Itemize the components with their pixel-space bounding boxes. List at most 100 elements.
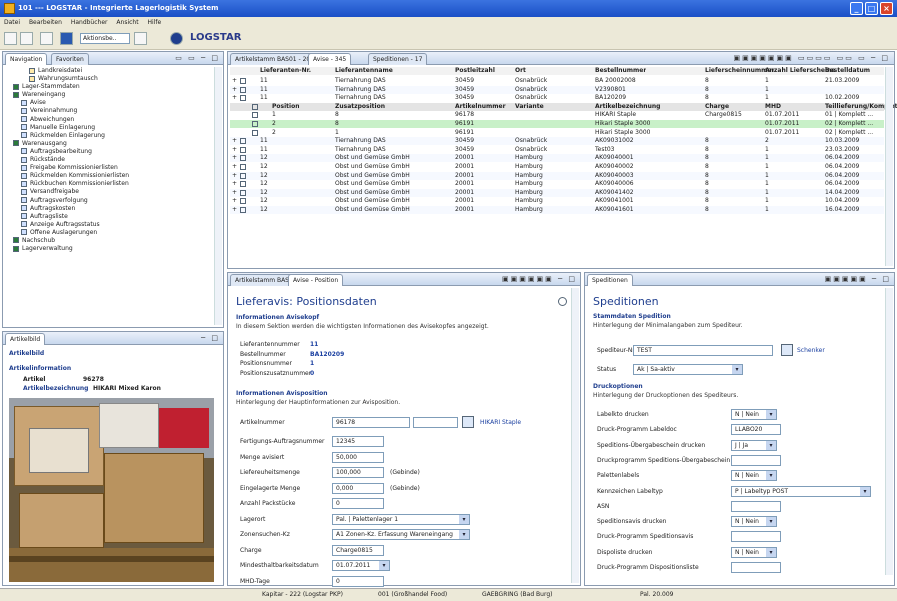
view-controls-icon[interactable]: ▭ ▭ ─ □	[175, 54, 220, 62]
window-icon[interactable]	[40, 32, 53, 45]
table-row[interactable]: Position Zusatzposition Artikelnummer Varia…	[230, 102, 897, 111]
table-row[interactable]: +11 Tiernahrung DAS 30459 Osnabrück BA 20002…	[230, 77, 884, 85]
druck-select[interactable]: N | Nein	[731, 516, 777, 528]
nav-item[interactable]: Landkreisdatei	[5, 67, 213, 75]
menu-ansicht[interactable]: Ansicht	[116, 19, 138, 26]
table-row[interactable]: 2 8 96191 Hikari Staple 3000 01.07.2011 02 | …	[230, 120, 884, 128]
nav-item[interactable]: Nachschub	[5, 237, 213, 245]
section-stammdaten[interactable]: Stammdaten Spedition	[593, 313, 671, 320]
nav-item[interactable]: Warenausgang	[5, 140, 213, 148]
action-combo[interactable]: Aktionsbe..	[80, 33, 130, 44]
row-checkbox[interactable]	[240, 146, 246, 153]
row-checkbox[interactable]	[252, 129, 258, 136]
row-checkbox[interactable]	[240, 86, 246, 93]
druck-input[interactable]	[731, 562, 781, 573]
tab-navigation[interactable]: Navigation	[5, 53, 48, 65]
nav-item[interactable]: Wareneingang	[5, 91, 213, 99]
expand-icon[interactable]: +	[232, 172, 237, 180]
field-input[interactable]: 100,000	[332, 467, 384, 478]
nav-item[interactable]: Auftragsliste	[5, 213, 213, 221]
column-header[interactable]: Postleitzahl	[455, 67, 495, 75]
expand-icon[interactable]: +	[232, 189, 237, 197]
tab-artikelstamm[interactable]: Artikelstamm BAS01 - 20	[230, 53, 316, 65]
tab-speditionen-detail[interactable]: Speditionen	[587, 274, 633, 286]
tab-speditionen[interactable]: Speditionen - 17	[368, 53, 428, 65]
nav-item[interactable]: Rückmelden Kommissionierlisten	[5, 172, 213, 180]
row-checkbox[interactable]	[252, 103, 258, 110]
artikel-extra-input[interactable]	[413, 417, 458, 428]
field-input[interactable]: 0	[332, 498, 384, 509]
nav-item[interactable]: Lager-Stammdaten	[5, 83, 213, 91]
row-checkbox[interactable]	[252, 112, 258, 119]
grid-scrollbar[interactable]	[885, 67, 893, 266]
section-avisposition[interactable]: Informationen Avisposition	[236, 390, 328, 397]
tab-avise-position[interactable]: Avise - Position	[288, 274, 344, 286]
table-row[interactable]: +12 Obst und Gemüse GmbH 20001 Hamburg AK090…	[230, 188, 884, 197]
table-row[interactable]: +11 Tiernahrung DAS 30459 Osnabrück AK090310…	[230, 137, 884, 146]
combo-button-icon[interactable]	[134, 32, 147, 45]
row-checkbox[interactable]	[240, 78, 246, 84]
row-checkbox[interactable]	[240, 207, 246, 213]
table-row[interactable]: +12 Obst und Gemüse GmbH 20001 Hamburg AK090…	[230, 180, 884, 188]
column-header[interactable]: Lieferanten-Nr.	[260, 67, 311, 75]
table-row[interactable]: +12 Obst und Gemüse GmbH 20001 Hamburg AK090…	[230, 197, 884, 205]
section-druckoptionen[interactable]: Druckoptionen	[593, 383, 643, 390]
row-checkbox[interactable]	[252, 121, 258, 127]
tab-favoriten[interactable]: Favoriten	[51, 53, 89, 65]
artikel-link[interactable]: HIKARI Staple	[480, 419, 521, 426]
nav-item[interactable]: Rückmelden Einlagerung	[5, 132, 213, 140]
field-input[interactable]: 12345	[332, 436, 384, 447]
table-row[interactable]: 2 1 96191 Hikari Staple 3000 01.07.2011 02 | …	[230, 129, 884, 137]
nav-item[interactable]: Abweichungen	[5, 116, 213, 124]
spedition-toolbar-icons[interactable]: ▣▣▣▣▣ ─ □	[825, 275, 891, 283]
table-row[interactable]: +12 Obst und Gemüse GmbH 20001 Hamburg AK090…	[230, 206, 884, 214]
nav-item[interactable]: Wahrungsumtausch	[5, 75, 213, 83]
section-avisekopf[interactable]: Informationen Avisekopf	[236, 314, 319, 321]
nav-item[interactable]: Offene Auslagerungen	[5, 229, 213, 237]
field-input[interactable]: 0	[332, 575, 384, 587]
table-row[interactable]: +12 Obst und Gemüse GmbH 20001 Hamburg AK090…	[230, 154, 884, 163]
nav-item[interactable]: Anzeige Auftragsstatus	[5, 221, 213, 229]
column-header[interactable]: Lieferantenname	[335, 67, 393, 75]
druck-select[interactable]: N | Nein	[731, 470, 777, 482]
table-row[interactable]: +11 Tiernahrung DAS 30459 Osnabrück Test03 8 1…	[230, 146, 884, 154]
row-checkbox[interactable]	[240, 189, 246, 196]
row-checkbox[interactable]	[240, 181, 246, 188]
menu-handbuecher[interactable]: Handbücher	[71, 19, 108, 26]
expand-icon[interactable]: +	[232, 77, 237, 85]
spediteur-nr-input[interactable]: TEST	[633, 345, 773, 356]
minimize-button[interactable]: _	[850, 2, 863, 15]
spediteur-link[interactable]: Schenker	[797, 347, 825, 354]
maximize-button[interactable]: □	[865, 2, 878, 15]
druck-input[interactable]: LLABO20	[731, 424, 781, 436]
close-button[interactable]: ×	[880, 2, 893, 15]
tab-artikelbild[interactable]: Artikelbild	[5, 333, 46, 345]
field-input[interactable]: 0,000	[332, 482, 384, 494]
expand-icon[interactable]: +	[232, 206, 237, 214]
expand-icon[interactable]: +	[232, 86, 237, 94]
expand-icon[interactable]: +	[232, 94, 237, 102]
column-header[interactable]: Ort	[515, 67, 526, 75]
nav-item[interactable]: Freigabe Kommissionierlisten	[5, 164, 213, 172]
nav-item[interactable]: Versandfreigabe	[5, 188, 213, 196]
expand-icon[interactable]: +	[232, 146, 237, 154]
expand-icon[interactable]: +	[232, 154, 237, 162]
grid-toolbar-icons[interactable]: ▣▣▣▣▣▣▣ ▭▭▭▭ ▭▭ ▭ ─ □	[733, 54, 890, 62]
druck-input[interactable]	[731, 500, 781, 512]
help-icon[interactable]	[558, 297, 567, 306]
menu-bearbeiten[interactable]: Bearbeiten	[29, 19, 62, 26]
druck-select[interactable]: P | Labeltyp POST	[731, 485, 871, 497]
new-icon[interactable]	[4, 32, 17, 45]
table-row[interactable]: +11 Tiernahrung DAS 30459 Osnabrück BA120209…	[230, 94, 884, 102]
druck-input[interactable]	[731, 454, 781, 466]
field-select[interactable]: Pal. | Palettenlager 1	[332, 513, 470, 525]
form-toolbar-icons[interactable]: ▣▣▣▣▣▣ ─ □	[502, 275, 577, 283]
expand-icon[interactable]: +	[232, 180, 237, 188]
view-controls-icon[interactable]: ─ □	[201, 334, 220, 342]
nav-item[interactable]: Manuelle Einlagerung	[5, 124, 213, 132]
tab-avise[interactable]: Avise - 345	[308, 53, 352, 65]
expand-icon[interactable]: +	[232, 163, 237, 171]
druck-select[interactable]: J | Ja	[731, 439, 777, 451]
field-input[interactable]: Charge0815	[332, 544, 384, 556]
status-select[interactable]: Ak | Sa-aktiv	[633, 364, 743, 375]
